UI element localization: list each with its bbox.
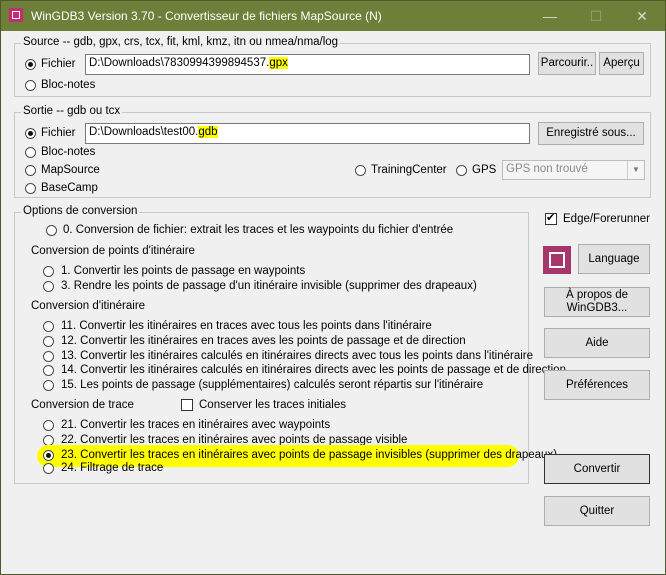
preferences-button[interactable]: Préférences bbox=[544, 370, 650, 400]
source-legend: Source -- gdb, gpx, crs, tcx, fit, kml, … bbox=[21, 36, 341, 48]
option-24-radio[interactable] bbox=[43, 463, 54, 474]
option-24-label: 24. Filtrage de trace bbox=[61, 462, 164, 474]
edge-forerunner-checkbox[interactable] bbox=[545, 211, 557, 225]
option-11-radio[interactable] bbox=[43, 321, 54, 332]
help-button[interactable]: Aide bbox=[544, 328, 650, 358]
source-bloc-notes-radio[interactable] bbox=[25, 80, 36, 91]
option-21-label: 21. Convertir les traces en itinéraires … bbox=[61, 419, 331, 431]
section-trace-heading: Conversion de trace bbox=[31, 399, 134, 411]
sortie-legend: Sortie -- gdb ou tcx bbox=[21, 105, 123, 117]
option-14-radio[interactable] bbox=[43, 365, 54, 376]
close-button[interactable]: ✕ bbox=[619, 1, 665, 31]
window-title: WinGDB3 Version 3.70 - Convertisseur de … bbox=[31, 9, 382, 23]
trainingcenter-label: TrainingCenter bbox=[371, 164, 447, 176]
source-fichier-radio[interactable] bbox=[25, 59, 36, 70]
basecamp-radio[interactable] bbox=[25, 183, 36, 194]
save-as-button[interactable]: Enregistré sous... bbox=[538, 122, 644, 145]
chevron-down-icon[interactable]: ▼ bbox=[627, 161, 644, 179]
maximize-button[interactable]: ☐ bbox=[573, 1, 619, 31]
keep-traces-checkbox[interactable] bbox=[181, 399, 193, 411]
source-ext-highlight: gpx bbox=[269, 57, 288, 69]
sortie-fichier-radio[interactable] bbox=[25, 128, 36, 139]
option-0-radio[interactable] bbox=[46, 225, 57, 236]
about-button[interactable]: À propos de WinGDB3... bbox=[544, 287, 650, 317]
language-button[interactable]: Language bbox=[578, 244, 650, 274]
keep-traces-label: Conserver les traces initiales bbox=[199, 399, 347, 411]
gps-label: GPS bbox=[472, 164, 497, 176]
option-21-radio[interactable] bbox=[43, 420, 54, 431]
option-23-radio[interactable] bbox=[43, 450, 54, 461]
browse-button[interactable]: Parcourir.. bbox=[538, 52, 596, 75]
title-bar[interactable]: WinGDB3 Version 3.70 - Convertisseur de … bbox=[1, 1, 665, 31]
option-3-label: 3. Rendre les points de passage d'un iti… bbox=[61, 280, 477, 292]
mapsource-radio[interactable] bbox=[25, 165, 36, 176]
sortie-fichier-label: Fichier bbox=[41, 127, 76, 139]
trainingcenter-radio[interactable] bbox=[355, 165, 366, 176]
gps-select[interactable]: GPS non trouvé ▼ bbox=[502, 160, 645, 180]
option-1-label: 1. Convertir les points de passage en wa… bbox=[61, 265, 306, 277]
options-legend: Options de conversion bbox=[21, 205, 140, 217]
option-23-label: 23. Convertir les traces en itinéraires … bbox=[61, 449, 558, 461]
option-11-label: 11. Convertir les itinéraires en traces … bbox=[61, 320, 432, 332]
edge-forerunner-label: Edge/Forerunner bbox=[563, 213, 650, 225]
basecamp-label: BaseCamp bbox=[41, 182, 98, 194]
option-0-label: 0. Conversion de fichier: extrait les tr… bbox=[63, 224, 454, 236]
option-15-radio[interactable] bbox=[43, 380, 54, 391]
preview-button[interactable]: Aperçu bbox=[599, 52, 644, 75]
sortie-bloc-notes-radio[interactable] bbox=[25, 147, 36, 158]
source-path-input[interactable]: D:\Downloads\7830994399894537.gpx bbox=[85, 54, 530, 75]
minimize-button[interactable]: — bbox=[527, 1, 573, 31]
convert-button[interactable]: Convertir bbox=[544, 454, 650, 484]
option-3-radio[interactable] bbox=[43, 281, 54, 292]
source-fichier-label: Fichier bbox=[41, 58, 76, 70]
option-12-label: 12. Convertir les itinéraires en traces … bbox=[61, 335, 466, 347]
quit-button[interactable]: Quitter bbox=[544, 496, 650, 526]
sortie-bloc-notes-label: Bloc-notes bbox=[41, 146, 96, 158]
sortie-path-input[interactable]: D:\Downloads\test00.gdb bbox=[85, 123, 530, 144]
language-icon bbox=[543, 246, 571, 274]
mapsource-label: MapSource bbox=[41, 164, 100, 176]
section-points-heading: Conversion de points d'itinéraire bbox=[31, 245, 195, 257]
source-bloc-notes-label: Bloc-notes bbox=[41, 79, 96, 91]
option-13-label: 13. Convertir les itinéraires calculés e… bbox=[61, 350, 533, 362]
main-window: WinGDB3 Version 3.70 - Convertisseur de … bbox=[0, 0, 666, 575]
gps-radio[interactable] bbox=[456, 165, 467, 176]
option-12-radio[interactable] bbox=[43, 336, 54, 347]
section-itineraire-heading: Conversion d'itinéraire bbox=[31, 300, 146, 312]
option-14-label: 14. Convertir les itinéraires calculés e… bbox=[61, 364, 566, 376]
option-15-label: 15. Les points de passage (supplémentair… bbox=[61, 379, 484, 391]
sortie-ext-highlight: gdb bbox=[198, 126, 218, 138]
option-1-radio[interactable] bbox=[43, 266, 54, 277]
option-13-radio[interactable] bbox=[43, 351, 54, 362]
app-icon bbox=[9, 8, 23, 22]
